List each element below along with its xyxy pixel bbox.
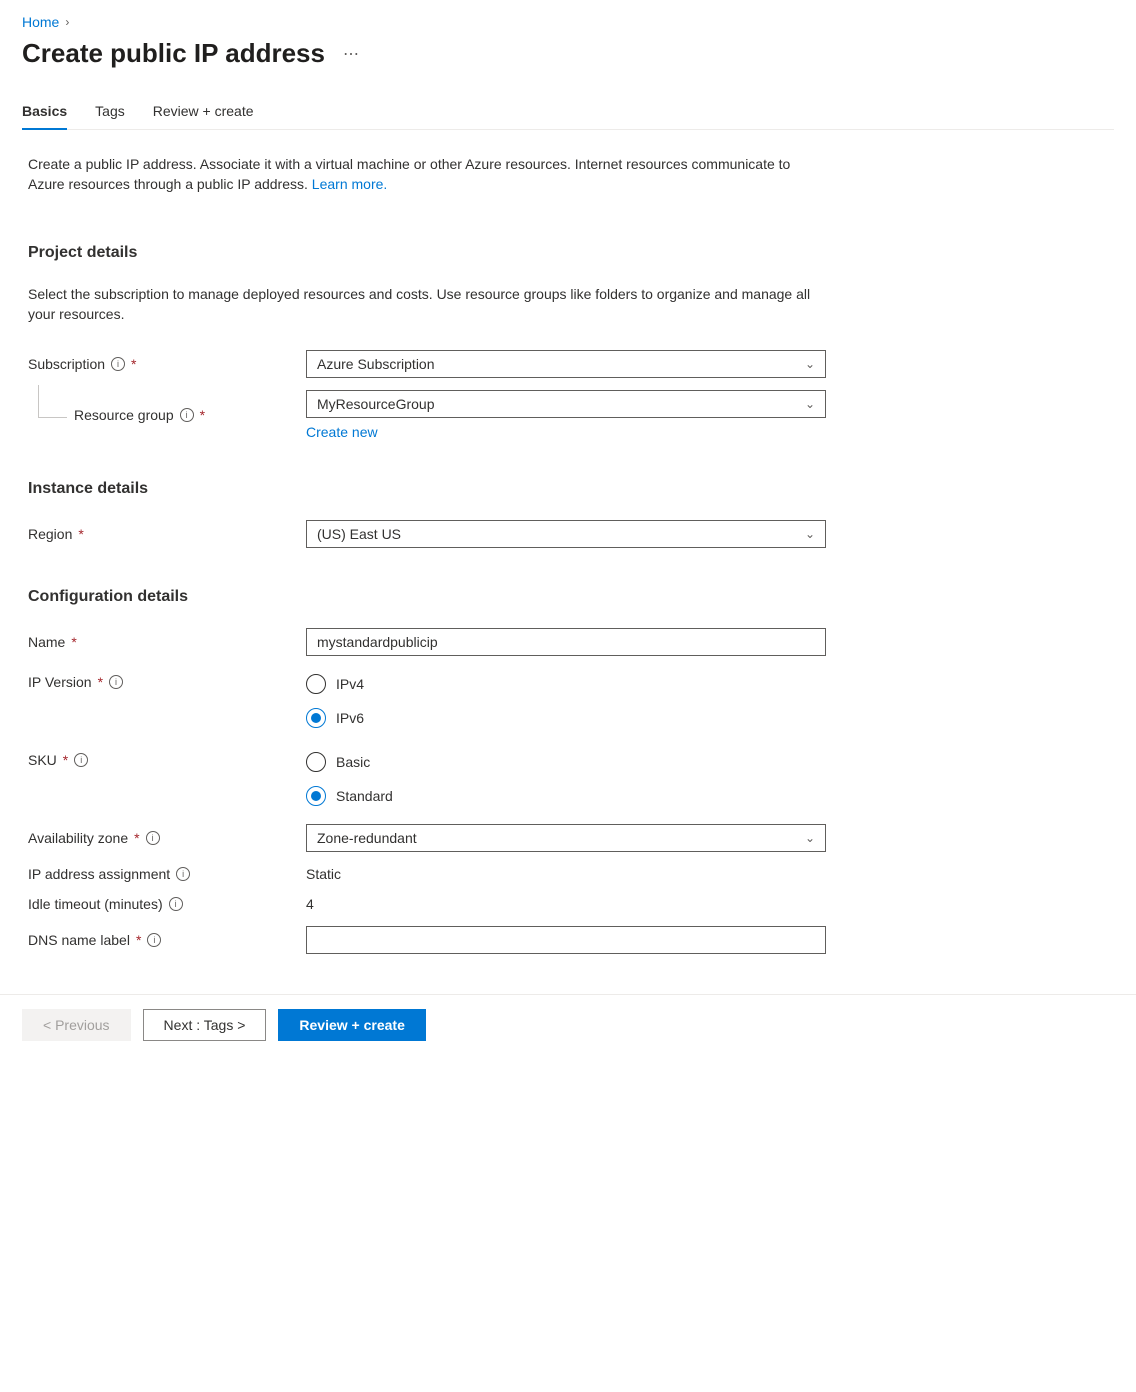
previous-button: < Previous: [22, 1009, 131, 1041]
instance-heading: Instance details: [28, 480, 1108, 498]
subscription-select[interactable]: Azure Subscription ⌄: [306, 350, 826, 378]
radio-ipv6-label: IPv6: [336, 710, 364, 726]
learn-more-link[interactable]: Learn more.: [312, 176, 387, 192]
radio-icon: [306, 752, 326, 772]
info-icon[interactable]: i: [147, 933, 161, 947]
idle-value: 4: [306, 896, 314, 912]
chevron-down-icon: ⌄: [805, 357, 815, 371]
availability-zone-select[interactable]: Zone-redundant ⌄: [306, 824, 826, 852]
radio-icon: [306, 786, 326, 806]
region-select[interactable]: (US) East US ⌄: [306, 520, 826, 548]
project-desc: Select the subscription to manage deploy…: [28, 284, 818, 324]
region-value: (US) East US: [317, 526, 401, 542]
radio-standard-label: Standard: [336, 788, 393, 804]
section-project-details: Project details Select the subscription …: [22, 244, 1114, 440]
assign-value: Static: [306, 866, 341, 882]
breadcrumb-home[interactable]: Home: [22, 14, 59, 30]
required-indicator: *: [131, 356, 136, 372]
radio-ipv4-label: IPv4: [336, 676, 364, 692]
subscription-label: Subscription: [28, 356, 105, 372]
page-title: Create public IP address: [22, 38, 325, 69]
info-icon[interactable]: i: [169, 897, 183, 911]
required-indicator: *: [78, 526, 83, 542]
chevron-down-icon: ⌄: [805, 831, 815, 845]
radio-icon: [306, 674, 326, 694]
region-label: Region: [28, 526, 72, 542]
tab-basics[interactable]: Basics: [22, 103, 67, 129]
intro-text: Create a public IP address. Associate it…: [22, 154, 812, 194]
az-value: Zone-redundant: [317, 830, 417, 846]
radio-ipv4[interactable]: IPv4: [306, 674, 826, 694]
info-icon[interactable]: i: [111, 357, 125, 371]
section-config-details: Configuration details Name * IP Version …: [22, 588, 1114, 954]
resource-group-value: MyResourceGroup: [317, 396, 435, 412]
required-indicator: *: [71, 634, 76, 650]
chevron-right-icon: ›: [65, 15, 69, 29]
footer: < Previous Next : Tags > Review + create: [0, 994, 1136, 1055]
name-label: Name: [28, 634, 65, 650]
info-icon[interactable]: i: [74, 753, 88, 767]
breadcrumb: Home ›: [22, 12, 1114, 38]
info-icon[interactable]: i: [180, 408, 194, 422]
radio-standard[interactable]: Standard: [306, 786, 826, 806]
idle-label: Idle timeout (minutes): [28, 896, 163, 912]
required-indicator: *: [200, 407, 205, 423]
assign-label: IP address assignment: [28, 866, 170, 882]
next-button[interactable]: Next : Tags >: [143, 1009, 267, 1041]
tabs: Basics Tags Review + create: [22, 103, 1114, 130]
intro-body: Create a public IP address. Associate it…: [28, 156, 790, 192]
review-create-button[interactable]: Review + create: [278, 1009, 425, 1041]
info-icon[interactable]: i: [176, 867, 190, 881]
info-icon[interactable]: i: [146, 831, 160, 845]
more-icon[interactable]: ⋯: [343, 44, 360, 64]
create-new-link[interactable]: Create new: [306, 424, 378, 440]
required-indicator: *: [136, 932, 141, 948]
radio-basic[interactable]: Basic: [306, 752, 826, 772]
project-heading: Project details: [28, 244, 1108, 262]
chevron-down-icon: ⌄: [805, 527, 815, 541]
tab-tags[interactable]: Tags: [95, 103, 125, 129]
sku-label: SKU: [28, 752, 57, 768]
required-indicator: *: [134, 830, 139, 846]
subscription-value: Azure Subscription: [317, 356, 435, 372]
required-indicator: *: [63, 752, 68, 768]
chevron-down-icon: ⌄: [805, 397, 815, 411]
name-input[interactable]: [306, 628, 826, 656]
info-icon[interactable]: i: [109, 675, 123, 689]
radio-ipv6[interactable]: IPv6: [306, 708, 826, 728]
az-label: Availability zone: [28, 830, 128, 846]
radio-basic-label: Basic: [336, 754, 370, 770]
config-heading: Configuration details: [28, 588, 1108, 606]
dns-input[interactable]: [306, 926, 826, 954]
tab-review[interactable]: Review + create: [153, 103, 254, 129]
radio-icon: [306, 708, 326, 728]
resource-group-select[interactable]: MyResourceGroup ⌄: [306, 390, 826, 418]
resource-group-label: Resource group: [74, 407, 174, 423]
dns-label: DNS name label: [28, 932, 130, 948]
required-indicator: *: [98, 674, 103, 690]
section-instance-details: Instance details Region * (US) East US ⌄: [22, 480, 1114, 548]
ipversion-label: IP Version: [28, 674, 92, 690]
